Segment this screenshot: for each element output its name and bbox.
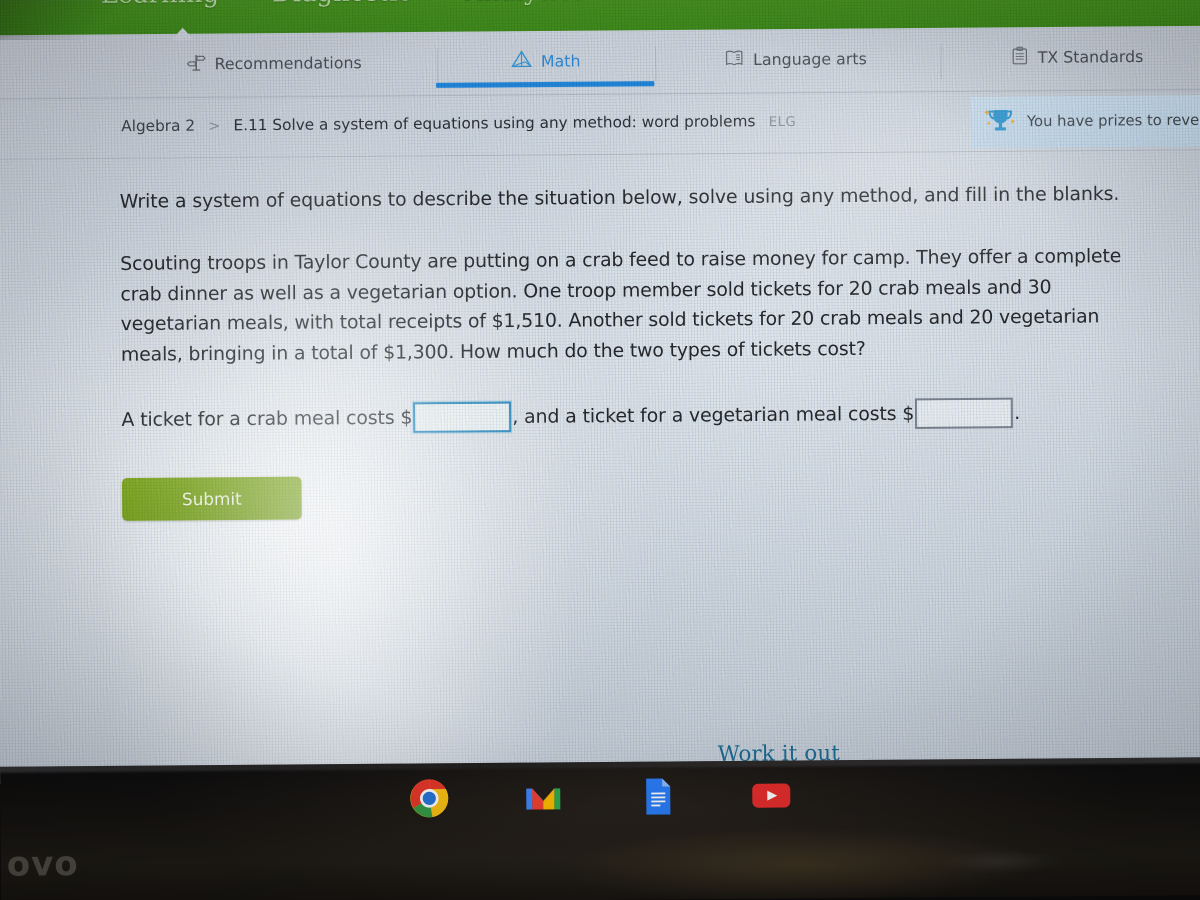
trackpad-area <box>940 850 1061 874</box>
question-problem-text: Scouting troops in Taylor County are put… <box>120 245 1122 366</box>
subject-tab-label: Recommendations <box>214 53 362 74</box>
gmail-icon[interactable] <box>522 776 564 818</box>
trophy-icon <box>983 105 1018 140</box>
prizes-banner[interactable]: You have prizes to reve <box>970 94 1200 149</box>
open-book-icon <box>723 48 745 73</box>
breadcrumb-skill-title: E.11 Solve a system of equations using a… <box>233 111 756 135</box>
subject-tab-language-arts[interactable]: Language arts <box>723 47 867 73</box>
breadcrumb-standard-tag: ELG <box>768 114 797 131</box>
subject-tab-tx-standards[interactable]: TX Standards <box>1010 45 1143 71</box>
prizes-banner-label: You have prizes to reve <box>1026 112 1200 131</box>
pyramid-icon <box>510 49 533 74</box>
laptop-brand-label: ovo <box>6 844 79 885</box>
submit-button[interactable]: Submit <box>121 476 302 521</box>
google-docs-icon[interactable] <box>636 775 678 817</box>
screenshot-root: Learning Diagnostic Analytics Recommenda… <box>0 0 1200 900</box>
answer-prefix-label: A ticket for a crab meal costs $ <box>121 406 413 431</box>
green-nav-tabs: Learning Diagnostic Analytics <box>101 0 586 9</box>
breadcrumb-course[interactable]: Algebra 2 <box>121 116 195 135</box>
tab-divider-3 <box>940 44 942 79</box>
green-tab-analytics[interactable]: Analytics <box>465 0 585 6</box>
green-tab-diagnostic[interactable]: Diagnostic <box>272 0 412 8</box>
answer-suffix-label: . <box>1014 402 1021 424</box>
signpost-icon <box>186 52 207 77</box>
laptop-bezel: ovo <box>0 757 1200 900</box>
question-content: Write a system of equations to describe … <box>120 179 1163 521</box>
green-tab-learning[interactable]: Learning <box>101 0 220 9</box>
clipboard-icon <box>1010 46 1030 71</box>
answer-line: A ticket for a crab meal costs $ , and a… <box>121 396 1162 435</box>
chrome-icon[interactable] <box>408 777 450 819</box>
subject-tab-label: Language arts <box>753 49 867 70</box>
crab-meal-price-input[interactable] <box>413 401 512 433</box>
laptop-screen: Learning Diagnostic Analytics Recommenda… <box>0 0 1200 785</box>
vegetarian-meal-price-input[interactable] <box>915 397 1014 429</box>
subject-tab-label: Math <box>540 52 581 71</box>
breadcrumb-separator-icon: > <box>208 118 221 135</box>
answer-middle-label: , and a ticket for a vegetarian meal cos… <box>512 402 915 428</box>
subject-tab-label: TX Standards <box>1037 47 1144 67</box>
breadcrumb: Algebra 2 > E.11 Solve a system of equat… <box>121 111 797 135</box>
tab-divider-1 <box>436 48 439 83</box>
tab-divider-2 <box>655 46 657 82</box>
subject-tab-math[interactable]: Math <box>510 49 581 74</box>
subject-tab-bar: Recommendations Math Language arts TX St… <box>0 25 1200 100</box>
youtube-icon[interactable] <box>750 774 792 816</box>
subject-tab-recommendations[interactable]: Recommendations <box>186 51 362 77</box>
